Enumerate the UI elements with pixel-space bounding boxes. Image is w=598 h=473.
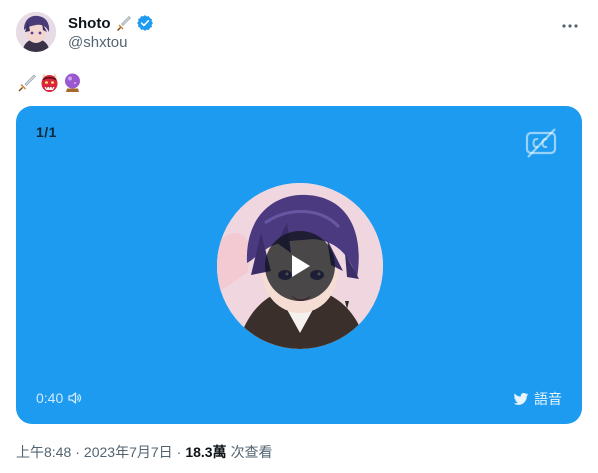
japanese-ogre-icon: [39, 72, 60, 93]
media-counter: 1/1: [36, 124, 57, 140]
tweet-time[interactable]: 上午8:48: [16, 442, 71, 462]
play-button[interactable]: [265, 231, 335, 301]
tweet-text: [16, 70, 83, 94]
verified-badge-icon: [136, 14, 154, 32]
crystal-ball-icon: [62, 72, 83, 93]
handle[interactable]: @shxtou: [68, 34, 127, 51]
captions-off-icon[interactable]: [524, 126, 558, 160]
more-dots-icon: [562, 24, 578, 28]
name-row: Shoto: [68, 13, 154, 33]
dagger-icon: [115, 14, 133, 32]
play-icon: [292, 255, 310, 277]
separator: ·: [75, 444, 80, 460]
tweet-date[interactable]: 2023年7月7日: [84, 442, 173, 462]
tweet-header: Shoto @shxtou: [16, 10, 582, 56]
more-options-button[interactable]: [558, 14, 582, 38]
voice-tweet-player[interactable]: 1/1 0:40 語音: [16, 106, 582, 424]
avatar[interactable]: [16, 12, 56, 52]
duration: 0:40: [36, 390, 83, 406]
voice-label: 語音: [513, 389, 562, 409]
separator: ·: [176, 444, 182, 460]
tweet-meta: 上午8:48 · 2023年7月7日 · 18.3萬 次查看: [16, 442, 273, 462]
dagger-icon: [16, 72, 37, 93]
voice-label-text: 語音: [534, 391, 562, 407]
display-name[interactable]: Shoto: [68, 15, 111, 32]
views-count[interactable]: 18.3萬: [185, 442, 226, 462]
views-label: 次查看: [230, 444, 273, 460]
twitter-bird-icon: [513, 391, 529, 407]
volume-icon[interactable]: [67, 390, 83, 406]
duration-text: 0:40: [36, 390, 64, 406]
